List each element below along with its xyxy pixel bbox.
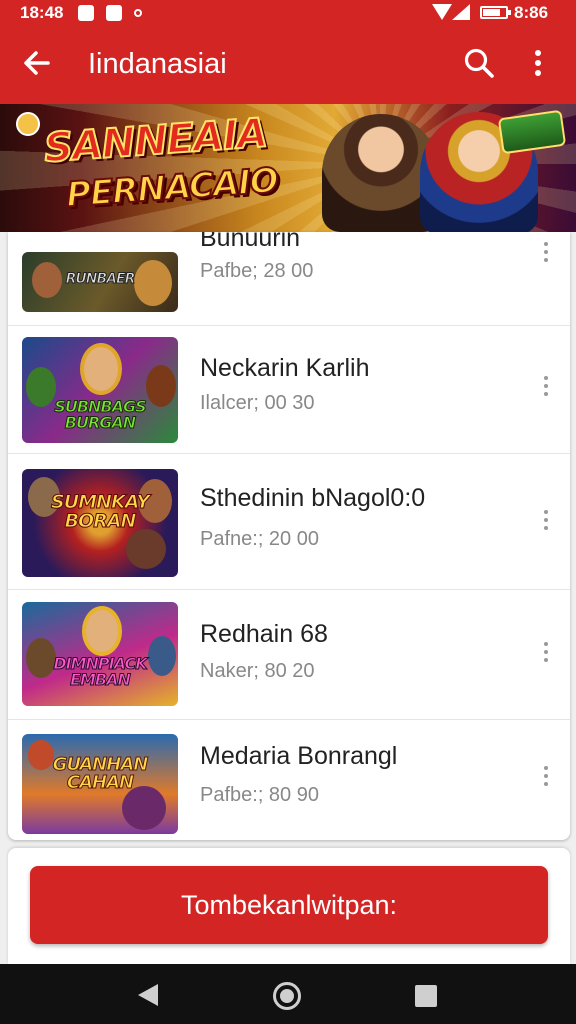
item-menu-button[interactable] xyxy=(540,242,552,268)
game-name: Neckarin Karlih xyxy=(200,354,370,382)
item-menu-button[interactable] xyxy=(540,642,552,668)
search-button[interactable] xyxy=(462,46,496,80)
game-list: RUNBAER Bunuurin Pafbe; 28 00 SUBNBAGS B… xyxy=(8,232,570,840)
item-menu-button[interactable] xyxy=(540,766,552,792)
page-title: Iindanasiai xyxy=(88,48,227,80)
thumbnail-title: SUBNBAGS BURGAN xyxy=(54,397,147,432)
game-meta: Naker; 80 20 xyxy=(200,660,315,682)
game-name: Bunuurin xyxy=(200,232,301,252)
game-thumbnail: GUANHAN CAHAN xyxy=(22,734,178,834)
nav-recents-icon[interactable] xyxy=(415,985,437,1007)
list-item[interactable]: DIMNPIACK EMBAN Redhain 68 Naker; 80 20 xyxy=(8,590,570,720)
list-item[interactable]: SUMNKAY BORAN Sthedinin bNagol0:0 Pafne:… xyxy=(8,454,570,590)
item-menu-button[interactable] xyxy=(540,376,552,402)
system-nav-bar xyxy=(0,964,576,1024)
game-name: Medaria Bonrangl xyxy=(200,742,398,770)
item-menu-button[interactable] xyxy=(540,510,552,536)
promo-banner[interactable]: SANNEAIA PERNACAIO xyxy=(0,104,576,232)
nav-home-icon[interactable] xyxy=(273,982,301,1010)
notification-icon xyxy=(106,5,122,21)
search-icon xyxy=(464,48,494,78)
thumbnail-title: DIMNPIACK EMBAN xyxy=(53,654,148,689)
game-thumbnail: DIMNPIACK EMBAN xyxy=(22,602,178,706)
app-bar: Iindanasiai xyxy=(0,26,576,104)
nav-back-icon[interactable] xyxy=(138,984,158,1006)
list-item[interactable]: RUNBAER Bunuurin Pafbe; 28 00 xyxy=(8,232,570,326)
battery-icon xyxy=(480,6,511,19)
game-meta: Pafbe:; 80 90 xyxy=(200,784,319,806)
thumbnail-title: GUANHAN CAHAN xyxy=(52,754,149,793)
coin-icon xyxy=(16,112,40,136)
thumbnail-title: SUMNKAY BORAN xyxy=(51,491,151,532)
notification-icon xyxy=(78,5,94,21)
game-thumbnail: RUNBAER xyxy=(22,252,178,312)
game-name: Sthedinin bNagol0:0 xyxy=(200,484,426,512)
back-button[interactable] xyxy=(20,46,54,80)
status-time: 18:48 xyxy=(20,3,64,22)
game-name: Redhain 68 xyxy=(200,620,328,648)
game-thumbnail: SUMNKAY BORAN xyxy=(22,469,178,577)
status-clock: 8:86 xyxy=(514,3,549,22)
game-meta: Pafne:; 20 00 xyxy=(200,528,319,550)
character-figure xyxy=(80,343,122,395)
signal-icon xyxy=(452,4,470,20)
list-item[interactable]: SUBNBAGS BURGAN Neckarin Karlih Ilalcer;… xyxy=(8,326,570,454)
game-meta: Pafbe; 28 00 xyxy=(200,260,314,282)
character-figure xyxy=(82,606,122,656)
wifi-icon xyxy=(432,4,452,20)
more-options-button[interactable] xyxy=(526,46,550,80)
game-meta: Ilalcer; 00 30 xyxy=(200,392,315,414)
footer-panel: Tombekanlwitpan: xyxy=(8,848,570,964)
list-item[interactable]: GUANHAN CAHAN Medaria Bonrangl Pafbe:; 8… xyxy=(8,720,570,840)
sync-icon xyxy=(134,9,142,17)
arrow-left-icon xyxy=(24,51,50,75)
character-figure xyxy=(126,529,166,569)
game-thumbnail: SUBNBAGS BURGAN xyxy=(22,337,178,443)
status-bar: 18:48 8:86 xyxy=(0,0,576,26)
primary-action-button[interactable]: Tombekanlwitpan: xyxy=(30,866,548,944)
more-vert-icon xyxy=(535,50,541,76)
thumbnail-title: RUNBAER xyxy=(65,271,136,287)
